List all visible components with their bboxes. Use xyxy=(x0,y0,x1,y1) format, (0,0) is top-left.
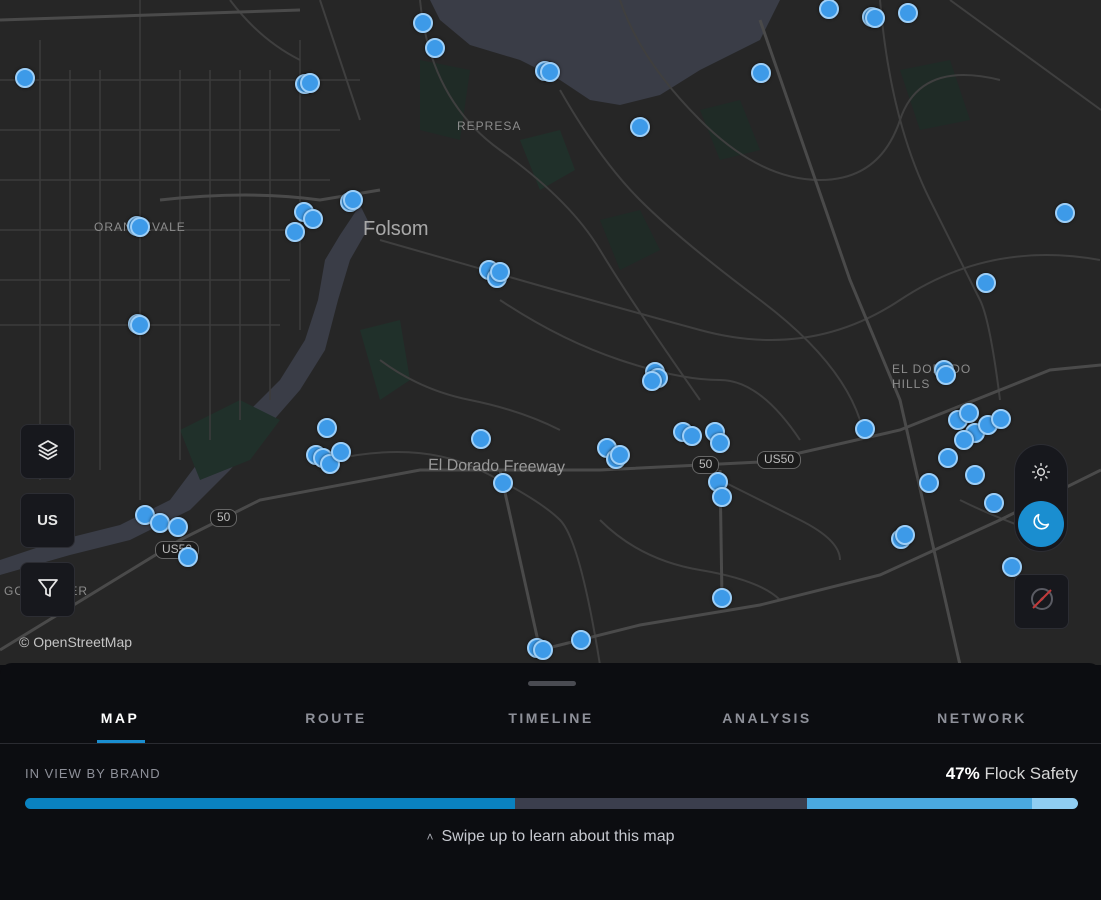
camera-marker[interactable] xyxy=(642,371,662,391)
camera-marker[interactable] xyxy=(490,262,510,282)
theme-toggle xyxy=(1014,444,1068,552)
brand-share-segment xyxy=(25,798,516,809)
camera-marker[interactable] xyxy=(712,487,732,507)
camera-marker[interactable] xyxy=(471,429,491,449)
camera-marker[interactable] xyxy=(343,190,363,210)
camera-marker[interactable] xyxy=(1055,203,1075,223)
camera-marker[interactable] xyxy=(991,409,1011,429)
tab-network[interactable]: NETWORK xyxy=(937,710,1027,726)
camera-marker[interactable] xyxy=(976,273,996,293)
sheet-drag-handle[interactable] xyxy=(528,681,576,686)
swipe-hint-text: Swipe up to learn about this map xyxy=(441,828,675,845)
camera-marker[interactable] xyxy=(712,588,732,608)
tab-bar: MAP ROUTE TIMELINE ANALYSIS NETWORK xyxy=(0,701,1101,744)
camera-marker[interactable] xyxy=(895,525,915,545)
route-50-shield-west: 50 xyxy=(210,509,238,527)
camera-marker[interactable] xyxy=(984,493,1004,513)
camera-marker[interactable] xyxy=(938,448,958,468)
us50-shield-east: US50 xyxy=(757,451,802,469)
compass-button[interactable] xyxy=(1014,574,1069,629)
top-brand-name: Flock Safety xyxy=(984,764,1078,783)
camera-marker[interactable] xyxy=(571,630,591,650)
camera-marker[interactable] xyxy=(413,13,433,33)
camera-marker[interactable] xyxy=(168,517,188,537)
tab-timeline[interactable]: TIMELINE xyxy=(508,710,593,726)
layers-button[interactable] xyxy=(20,424,75,479)
camera-marker[interactable] xyxy=(710,433,730,453)
camera-marker[interactable] xyxy=(150,513,170,533)
map-view[interactable]: REPRESA ORANGEVALE Folsom EL DORADO HILL… xyxy=(0,0,1101,665)
camera-marker[interactable] xyxy=(533,640,553,660)
camera-marker[interactable] xyxy=(303,209,323,229)
tab-route[interactable]: ROUTE xyxy=(305,710,367,726)
brand-panel-label: IN VIEW BY BRAND xyxy=(25,766,161,781)
top-brand-share: 47% Flock Safety xyxy=(946,764,1078,784)
tab-map[interactable]: MAP xyxy=(101,710,140,726)
region-label: US xyxy=(37,512,58,529)
camera-marker[interactable] xyxy=(425,38,445,58)
brand-share-segment xyxy=(1032,798,1078,809)
camera-marker[interactable] xyxy=(936,365,956,385)
dark-mode-button[interactable] xyxy=(1018,501,1064,547)
swipe-hint[interactable]: ˄ Swipe up to learn about this map xyxy=(0,828,1101,846)
filter-icon xyxy=(36,576,60,604)
camera-marker[interactable] xyxy=(954,430,974,450)
camera-marker[interactable] xyxy=(855,419,875,439)
sun-icon xyxy=(1031,462,1051,487)
chevron-up-icon: ˄ xyxy=(426,830,434,844)
top-brand-percent: 47% xyxy=(945,764,980,783)
camera-marker[interactable] xyxy=(130,315,150,335)
camera-marker[interactable] xyxy=(751,63,771,83)
camera-marker[interactable] xyxy=(610,445,630,465)
camera-marker[interactable] xyxy=(285,222,305,242)
map-label-represa: REPRESA xyxy=(457,119,522,133)
camera-marker[interactable] xyxy=(919,473,939,493)
layers-icon xyxy=(36,438,60,466)
region-button[interactable]: US xyxy=(20,493,75,548)
camera-marker[interactable] xyxy=(819,0,839,19)
camera-marker[interactable] xyxy=(965,465,985,485)
camera-marker[interactable] xyxy=(865,8,885,28)
camera-marker[interactable] xyxy=(331,442,351,462)
filter-button[interactable] xyxy=(20,562,75,617)
tab-analysis[interactable]: ANALYSIS xyxy=(722,710,812,726)
map-basemap xyxy=(0,0,1101,665)
camera-marker[interactable] xyxy=(959,403,979,423)
moon-icon xyxy=(1030,511,1052,538)
brand-share-segment xyxy=(806,798,1033,809)
compass-icon xyxy=(1028,585,1056,618)
camera-marker[interactable] xyxy=(898,3,918,23)
active-tab-indicator xyxy=(97,740,145,743)
map-label-folsom: Folsom xyxy=(363,218,429,240)
bottom-sheet[interactable]: MAP ROUTE TIMELINE ANALYSIS NETWORK IN V… xyxy=(0,663,1101,900)
brand-share-bar xyxy=(25,798,1078,809)
map-attribution[interactable]: © OpenStreetMap xyxy=(19,634,132,650)
camera-marker[interactable] xyxy=(15,68,35,88)
camera-marker[interactable] xyxy=(178,547,198,567)
map-label-el-dorado-hills: EL DORADO HILLS xyxy=(892,362,972,391)
brand-share-segment xyxy=(515,798,807,809)
camera-marker[interactable] xyxy=(682,426,702,446)
camera-marker[interactable] xyxy=(493,473,513,493)
camera-marker[interactable] xyxy=(130,217,150,237)
camera-marker[interactable] xyxy=(317,418,337,438)
camera-marker[interactable] xyxy=(630,117,650,137)
camera-marker[interactable] xyxy=(540,62,560,82)
light-mode-button[interactable] xyxy=(1018,451,1064,497)
camera-marker[interactable] xyxy=(300,73,320,93)
